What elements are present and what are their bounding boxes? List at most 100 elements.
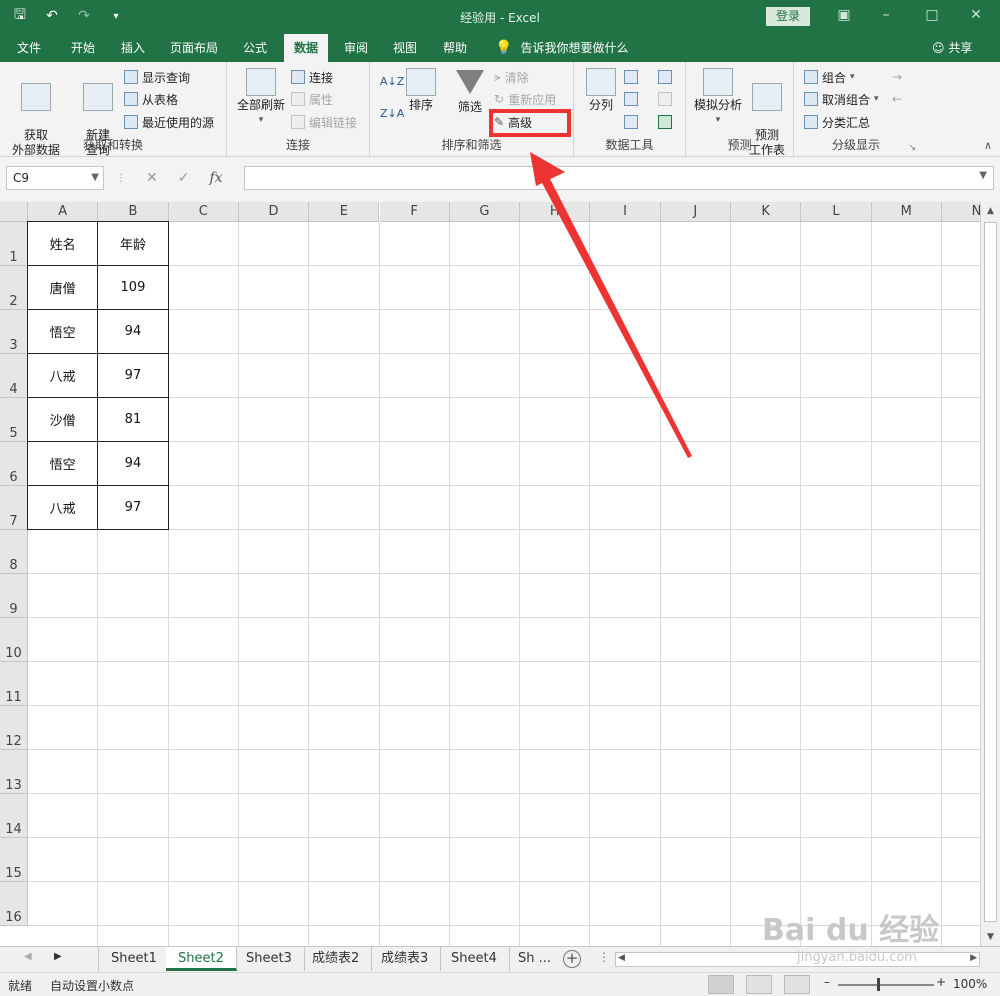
column-header[interactable]: E — [309, 202, 380, 222]
table-cell[interactable]: 94 — [97, 441, 169, 486]
maximize-icon[interactable]: □ — [922, 7, 942, 25]
row-header[interactable]: 12 — [0, 706, 28, 750]
row-header[interactable]: 11 — [0, 662, 28, 706]
from-table-button[interactable]: 从表格 — [124, 90, 178, 108]
undo-icon[interactable]: ↶ — [42, 6, 62, 26]
save-icon[interactable]: 🖫 — [10, 6, 30, 26]
tab-formulas[interactable]: 公式 — [233, 34, 277, 62]
table-header-cell[interactable]: 姓名 — [27, 221, 99, 266]
table-header-cell[interactable]: 年龄 — [97, 221, 169, 266]
connections-button[interactable]: 连接 — [291, 68, 333, 86]
column-header[interactable]: C — [168, 202, 239, 222]
tab-page-layout[interactable]: 页面布局 — [160, 34, 228, 62]
table-cell[interactable]: 81 — [97, 397, 169, 442]
tab-help[interactable]: 帮助 — [433, 34, 477, 62]
restore-ribbon-icon[interactable]: ▣ — [834, 7, 854, 25]
remove-duplicates-icon[interactable] — [624, 90, 638, 108]
show-queries-button[interactable]: 显示查询 — [124, 68, 190, 86]
expand-formula-icon[interactable]: ▼ — [979, 170, 987, 181]
row-header[interactable]: 2 — [0, 266, 28, 310]
refresh-all-button[interactable]: 全部刷新 ▾ — [235, 68, 287, 128]
scroll-right-icon[interactable]: ▶ — [970, 953, 977, 963]
manage-data-model-icon[interactable] — [658, 113, 672, 131]
zoom-out-icon[interactable]: – — [824, 975, 830, 989]
column-header[interactable]: I — [590, 202, 661, 222]
table-cell[interactable]: 悟空 — [27, 441, 99, 486]
insert-function-icon[interactable]: fx — [209, 170, 222, 186]
normal-view-icon[interactable] — [708, 975, 734, 994]
column-header[interactable]: M — [871, 202, 942, 222]
sheet-tab-2[interactable]: Sheet2 — [166, 947, 237, 971]
collapse-ribbon-icon[interactable]: ∧ — [984, 139, 992, 152]
table-cell[interactable]: 八戒 — [27, 353, 99, 398]
name-box[interactable]: C9 ▼ — [6, 166, 104, 190]
sheet-tab-more[interactable]: Sh ... — [506, 947, 563, 971]
tab-view[interactable]: 视图 — [383, 34, 427, 62]
column-header[interactable]: A — [28, 202, 99, 222]
table-cell[interactable]: 沙僧 — [27, 397, 99, 442]
column-header[interactable]: D — [238, 202, 310, 222]
row-header[interactable]: 8 — [0, 530, 28, 574]
sheet-tab-6[interactable]: Sheet4 — [439, 947, 510, 971]
vertical-scrollbar[interactable]: ▲ ▼ — [980, 202, 1000, 946]
sort-ascending-icon[interactable]: A↓Z — [380, 72, 404, 90]
column-header[interactable]: L — [801, 202, 872, 222]
scroll-thumb[interactable] — [984, 222, 997, 922]
table-cell[interactable]: 109 — [97, 265, 169, 310]
hide-detail-icon[interactable]: ← — [892, 90, 902, 108]
tell-me-box[interactable]: 💡 告诉我你想要做什么 — [495, 34, 628, 62]
ungroup-button[interactable]: 取消组合 ▾ — [804, 90, 879, 108]
sheet-tab-1[interactable]: Sheet1 — [98, 947, 170, 971]
row-header[interactable]: 4 — [0, 354, 28, 398]
sheet-tab-3[interactable]: Sheet3 — [234, 947, 305, 971]
row-header[interactable]: 16 — [0, 882, 28, 926]
page-layout-view-icon[interactable] — [746, 975, 772, 994]
cancel-icon[interactable]: ✕ — [146, 170, 158, 186]
flash-fill-icon[interactable] — [624, 68, 638, 86]
tab-data[interactable]: 数据 — [284, 34, 329, 62]
table-cell[interactable]: 悟空 — [27, 309, 99, 354]
group-button[interactable]: 组合 ▾ — [804, 68, 855, 86]
text-to-columns-button[interactable]: 分列 — [584, 68, 618, 113]
row-header[interactable]: 9 — [0, 574, 28, 618]
page-break-view-icon[interactable] — [784, 975, 810, 994]
redo-icon[interactable]: ↷ — [74, 6, 94, 26]
row-header[interactable]: 7 — [0, 486, 28, 530]
column-header[interactable]: N — [941, 202, 980, 222]
edit-links-button[interactable]: 编辑链接 — [291, 113, 357, 131]
sheet-tab-5[interactable]: 成绩表3 — [369, 947, 442, 971]
column-header[interactable]: B — [98, 202, 169, 222]
row-header[interactable]: 15 — [0, 838, 28, 882]
sort-button[interactable]: 排序 — [406, 68, 436, 113]
row-header[interactable]: 3 — [0, 310, 28, 354]
share-button[interactable]: ☺ 共享 — [932, 34, 972, 62]
show-detail-icon[interactable]: → — [892, 68, 902, 86]
table-cell[interactable]: 97 — [97, 353, 169, 398]
scroll-handle-icon[interactable]: ⋮ — [598, 950, 610, 964]
relationships-icon[interactable] — [658, 90, 672, 108]
zoom-slider-knob[interactable] — [877, 978, 880, 991]
zoom-in-icon[interactable]: + — [936, 975, 946, 989]
row-header[interactable]: 6 — [0, 442, 28, 486]
tab-home[interactable]: 开始 — [61, 34, 105, 62]
table-cell[interactable]: 唐僧 — [27, 265, 99, 310]
column-header[interactable]: J — [660, 202, 731, 222]
minimize-icon[interactable]: – — [876, 7, 896, 25]
select-all-corner[interactable] — [0, 202, 28, 222]
tab-file[interactable]: 文件 — [7, 34, 51, 62]
column-header[interactable]: K — [731, 202, 802, 222]
sort-descending-icon[interactable]: Z↓A — [380, 104, 404, 122]
scroll-left-icon[interactable]: ◀ — [618, 953, 625, 963]
recent-sources-button[interactable]: 最近使用的源 — [124, 113, 214, 131]
tab-insert[interactable]: 插入 — [111, 34, 155, 62]
row-header[interactable]: 1 — [0, 222, 28, 266]
what-if-analysis-button[interactable]: 模拟分析 ▾ — [692, 68, 744, 128]
sheet-tab-4[interactable]: 成绩表2 — [300, 947, 373, 971]
sheet-next-icon[interactable]: ▶ — [54, 951, 62, 962]
zoom-slider[interactable] — [838, 984, 934, 986]
row-header[interactable]: 13 — [0, 750, 28, 794]
subtotal-button[interactable]: 分类汇总 — [804, 113, 870, 131]
add-sheet-icon[interactable]: + — [563, 950, 581, 968]
chevron-down-icon[interactable]: ▼ — [91, 167, 99, 189]
worksheet-grid[interactable]: A B C D E F G H I J K L M N 1 2 3 4 5 6 7 8 9 10 11 12 13 14 15 16 姓名年… — [0, 202, 980, 946]
